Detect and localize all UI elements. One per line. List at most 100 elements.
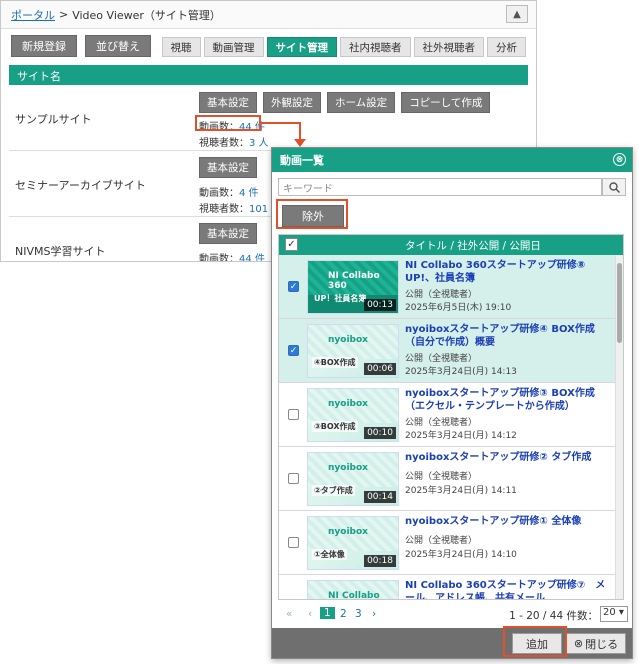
scrollbar-thumb[interactable] [617, 263, 622, 343]
thumb-label: ④BOX作成 [312, 357, 358, 368]
close-button[interactable]: ⊗ 閉じる [566, 633, 626, 654]
copy-create-button[interactable]: コピーして作成 [401, 92, 491, 113]
thumb-logo: nyoibox [328, 527, 368, 537]
sort-button[interactable]: 並び替え [85, 35, 151, 57]
home-settings-button[interactable]: ホーム設定 [327, 92, 396, 113]
video-count-label: 動画数： [199, 254, 239, 262]
basic-settings-button[interactable]: 基本設定 [199, 92, 257, 113]
viewer-count-label: 視聴者数： [199, 138, 249, 149]
close-icon[interactable]: ⊗ [613, 153, 626, 166]
basic-settings-button[interactable]: 基本設定 [199, 157, 257, 178]
video-title-link[interactable]: nyoiboxスタートアップ研修① 全体像 [405, 515, 613, 528]
viewer-count-link[interactable]: 3 人 [249, 138, 269, 149]
video-count-link[interactable]: 44 件 [239, 254, 265, 261]
site-table-header: サイト名 [9, 65, 528, 85]
keyword-search-input[interactable]: キーワード [278, 178, 602, 196]
modal-title: 動画一覧 [280, 154, 324, 167]
collapse-up-icon[interactable]: ▲ [506, 5, 528, 23]
video-thumbnail[interactable]: nyoibox ③BOX作成 00:10 [307, 388, 399, 442]
video-title-link[interactable]: nyoiboxスタートアップ研修④ BOX作成（自分で作成）概要 [405, 323, 613, 349]
video-thumbnail[interactable]: NI Collabo 360 UP！社員名簿 00:13 [307, 260, 399, 314]
new-register-button[interactable]: 新規登録 [11, 35, 77, 57]
item-checkbox[interactable] [288, 473, 299, 484]
publish-scope: 公開（全視聴者） [405, 418, 478, 428]
breadcrumb: ポータル > Video Viewer（サイト管理） ▲ [1, 1, 536, 29]
prev-page-button[interactable]: ‹ [308, 608, 312, 620]
video-title-link[interactable]: nyoiboxスタートアップ研修② タブ作成 [405, 451, 613, 464]
publish-date: 2025年3月24日(月) 14:12 [405, 431, 517, 441]
site-name: NIVMS学習サイト [15, 245, 106, 258]
duration-badge: 00:06 [364, 363, 396, 375]
video-count-label: 動画数： [199, 188, 239, 199]
site-name: サンプルサイト [15, 113, 92, 126]
viewer-count: 視聴者数：101 人 [199, 200, 281, 215]
video-thumbnail[interactable]: nyoibox ②タブ作成 00:14 [307, 452, 399, 506]
thumb-label: ①全体像 [312, 549, 347, 560]
tab-internal-viewers[interactable]: 社内視聴者 [340, 37, 411, 57]
list-item[interactable]: ✓ NI Collabo 360 UP！社員名簿 00:13 NI Collab… [279, 255, 617, 319]
page-1-button[interactable]: 1 [320, 607, 335, 619]
thumb-label: ②タブ作成 [312, 485, 355, 496]
breadcrumb-portal-link[interactable]: ポータル [11, 7, 55, 23]
site-name: セミナーアーカイブサイト [15, 179, 146, 192]
list-item[interactable]: nyoibox ①全体像 00:18 nyoiboxスタートアップ研修① 全体像… [279, 511, 617, 575]
duration-badge: 00:18 [364, 555, 396, 567]
thumb-logo: nyoibox [328, 463, 368, 473]
arrow-connector [261, 122, 301, 124]
item-checkbox[interactable] [288, 537, 299, 548]
video-thumbnail[interactable]: nyoibox ④BOX作成 00:06 [307, 324, 399, 378]
video-title-link[interactable]: NI Collabo 360スタートアップ研修⑦ メール、アドレス帳、共有メール [405, 579, 613, 599]
close-label: 閉じる [585, 637, 619, 651]
publish-date: 2025年3月24日(月) 14:10 [405, 550, 517, 560]
next-page-button[interactable]: › [372, 608, 376, 620]
first-page-button[interactable]: « [286, 608, 292, 620]
video-thumbnail[interactable]: NI Collabo 360 [307, 580, 399, 599]
duration-badge: 00:14 [364, 491, 396, 503]
video-title-link[interactable]: NI Collabo 360スタートアップ研修⑧ UP!、社員名簿 [405, 259, 613, 285]
list-header-label: タイトル / 社外公開 / 公開日 [405, 239, 541, 252]
close-icon: ⊗ [573, 637, 584, 650]
tab-external-viewers[interactable]: 社外視聴者 [413, 37, 484, 57]
modal-footer: 追加 ⊗ 閉じる [272, 628, 632, 658]
list-header: ✓ タイトル / 社外公開 / 公開日 [279, 235, 623, 255]
search-icon[interactable] [602, 178, 626, 196]
per-page-select[interactable]: 20 ▾ [600, 606, 628, 622]
select-all-checkbox[interactable]: ✓ [285, 238, 298, 251]
publish-scope: 公開（全視聴者） [405, 354, 478, 364]
exclude-highlight [276, 199, 348, 229]
appearance-settings-button[interactable]: 外観設定 [263, 92, 321, 113]
video-count: 動画数：44 件 [199, 250, 265, 262]
duration-badge: 00:13 [364, 299, 396, 311]
thumb-logo: NI Collabo 360 [328, 271, 380, 291]
video-title-link[interactable]: nyoiboxスタートアップ研修③ BOX作成（エクセル・テンプレートから作成） [405, 387, 613, 413]
per-page-value: 20 [603, 607, 616, 618]
page-title: Video Viewer（サイト管理） [72, 8, 221, 22]
video-thumbnail[interactable]: nyoibox ①全体像 00:18 [307, 516, 399, 570]
video-count-highlight [195, 115, 261, 131]
tab-analytics[interactable]: 分析 [487, 37, 526, 57]
publish-scope: 公開（全視聴者） [405, 472, 478, 482]
tab-view[interactable]: 視聴 [161, 37, 201, 57]
list-item[interactable]: nyoibox ③BOX作成 00:10 nyoiboxスタートアップ研修③ B… [279, 383, 617, 447]
publish-date: 2025年3月24日(月) 14:13 [405, 367, 517, 377]
video-count: 動画数：4 件 [199, 184, 259, 199]
thumb-label: ③BOX作成 [312, 421, 358, 432]
item-count: 1 - 20 / 44 件数： [509, 610, 598, 622]
page-2-button[interactable]: 2 [340, 608, 347, 620]
video-count-link[interactable]: 4 件 [239, 188, 259, 199]
tab-video-management[interactable]: 動画管理 [203, 37, 264, 57]
list-scrollbar[interactable] [615, 255, 623, 599]
item-checkbox[interactable]: ✓ [288, 281, 299, 292]
viewer-count: 視聴者数：3 人 [199, 134, 269, 149]
publish-scope: 公開（全視聴者） [405, 290, 478, 300]
list-item[interactable]: NI Collabo 360 NI Collabo 360スタートアップ研修⑦ … [279, 575, 617, 599]
thumb-label: UP！社員名簿 [314, 294, 367, 303]
list-item[interactable]: ✓ nyoibox ④BOX作成 00:06 nyoiboxスタートアップ研修④… [279, 319, 617, 383]
list-item[interactable]: nyoibox ②タブ作成 00:14 nyoiboxスタートアップ研修② タブ… [279, 447, 617, 511]
page-3-button[interactable]: 3 [355, 608, 362, 620]
site-row: サンプルサイト 基本設定 外観設定 ホーム設定 コピーして作成 動画数：44 件… [9, 85, 528, 151]
item-checkbox[interactable] [288, 409, 299, 420]
item-checkbox[interactable]: ✓ [288, 345, 299, 356]
basic-settings-button[interactable]: 基本設定 [199, 223, 257, 244]
tab-site-management[interactable]: サイト管理 [266, 37, 337, 57]
